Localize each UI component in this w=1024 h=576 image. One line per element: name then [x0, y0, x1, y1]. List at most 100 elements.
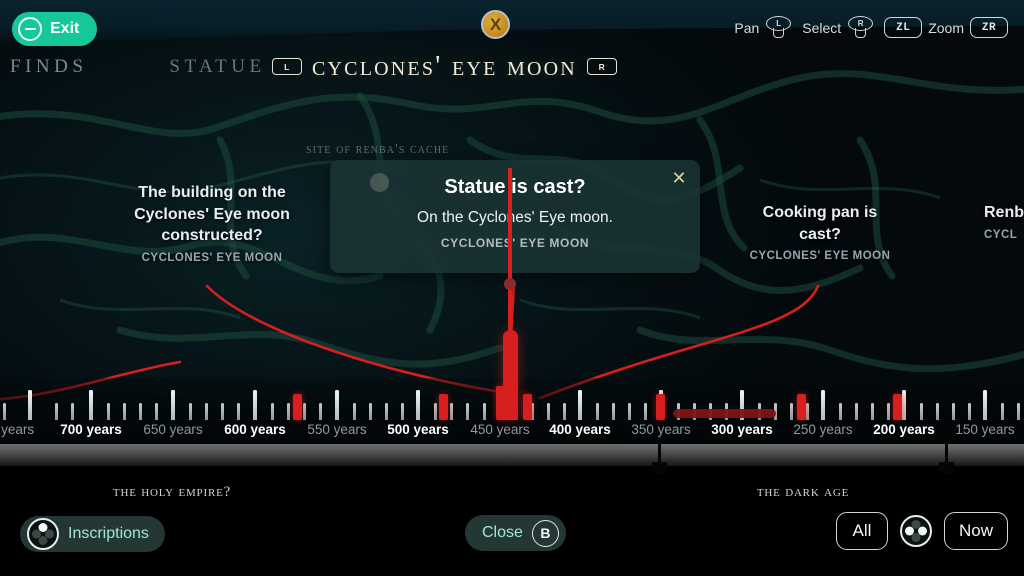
ruler-tick-minor: [1016, 403, 1020, 420]
ruler-tick-minor: [302, 403, 306, 420]
ruler-tick-minor: [838, 403, 842, 420]
filter-controls: All Now: [835, 512, 1008, 550]
filter-all-button[interactable]: All: [835, 512, 888, 550]
timeline-event-marker[interactable]: [892, 394, 902, 420]
selected-event-dot: [504, 278, 516, 290]
ruler-tick-minor: [122, 403, 126, 420]
event-place: CYCLONES' EYE MOON: [749, 250, 891, 263]
ruler-tick-major: [253, 390, 257, 420]
ruler-tick-major: [983, 390, 987, 420]
era-divider: [939, 440, 954, 475]
orange-x-icon[interactable]: X: [481, 10, 510, 39]
ruler-tick-minor: [204, 403, 208, 420]
ruler-tick-minor: [236, 403, 240, 420]
timeline-span-bar[interactable]: [673, 409, 776, 418]
event-title: Cooking pan is cast?: [762, 204, 878, 243]
ruler-tick-minor: [562, 403, 566, 420]
event-label-renba[interactable]: Renb CYCL: [984, 202, 1024, 241]
timeline-event-marker[interactable]: [292, 394, 302, 420]
close-icon[interactable]: ✕: [670, 169, 688, 187]
ruler-tick-major: [821, 390, 825, 420]
ruler-tick-major: [416, 390, 420, 420]
era-name: The Dark Age: [756, 484, 850, 500]
gamepad-buttons-icon: [27, 518, 59, 550]
inscriptions-button[interactable]: Inscriptions: [20, 516, 165, 552]
axis-label: 450 years: [470, 422, 530, 437]
axis-label: 400 years: [549, 422, 611, 437]
popup-place: CYCLONES' EYE MOON: [440, 236, 590, 250]
selected-event-stem: [508, 168, 512, 334]
ruler-tick-minor: [384, 403, 388, 420]
ruler-tick-minor: [870, 403, 874, 420]
ruler-tick-minor: [482, 403, 486, 420]
hint-pan-label: Pan: [734, 19, 760, 36]
era-name: The Holy Empire?: [112, 484, 232, 500]
ruler-tick-minor: [106, 403, 110, 420]
hint-zoom-label: Zoom: [928, 19, 964, 36]
breadcrumb: Finds Statue: [10, 56, 266, 78]
breadcrumb-finds[interactable]: Finds: [10, 56, 87, 78]
hint-select-label: Select: [802, 19, 842, 36]
popup-marker-dot: [370, 173, 389, 192]
event-label-building[interactable]: The building on the Cyclones' Eye moon c…: [133, 182, 291, 264]
ruler-tick-minor: [286, 403, 290, 420]
timeline-event-marker[interactable]: [522, 394, 532, 420]
ruler-tick-minor: [318, 403, 322, 420]
dpad-icon[interactable]: [899, 515, 932, 547]
ruler-tick-minor: [2, 403, 6, 420]
hint-zoom: ZL Zoom ZR: [884, 17, 1008, 38]
event-title: The building on the Cyclones' Eye moon c…: [134, 184, 290, 245]
event-title: Renb: [984, 204, 1024, 221]
inscriptions-label: Inscriptions: [68, 525, 149, 542]
ruler-tick-minor: [789, 403, 793, 420]
timeline-event-marker[interactable]: [655, 394, 665, 420]
exit-label: Exit: [50, 20, 80, 37]
axis-label: 0 years: [0, 422, 35, 437]
axis-label: 500 years: [387, 422, 449, 437]
hint-pan: Pan L: [734, 16, 792, 39]
zr-button-icon: ZR: [970, 17, 1008, 38]
ruler-tick-minor: [70, 403, 74, 420]
l-bumper-icon[interactable]: L: [272, 58, 302, 75]
ruler-tick-minor: [449, 403, 453, 420]
left-stick-icon: L: [765, 16, 792, 39]
ruler-tick-minor: [270, 403, 274, 420]
timeline-event-marker[interactable]: [796, 394, 806, 420]
ruler-tick-minor: [154, 403, 158, 420]
ruler-tick-minor: [611, 403, 615, 420]
axis-label: 250 years: [793, 422, 853, 437]
close-button[interactable]: Close B: [465, 515, 566, 551]
ruler-tick-major: [578, 390, 582, 420]
right-stick-icon: R: [847, 16, 874, 39]
ruler-tick-minor: [951, 403, 955, 420]
ruler-tick-minor: [368, 403, 372, 420]
event-detail-popup[interactable]: ✕ Statue is cast? On the Cyclones' Eye m…: [330, 160, 700, 273]
ruler-tick-major: [902, 390, 906, 420]
b-button-icon: B: [531, 519, 559, 547]
axis-label: 150 years: [955, 422, 1015, 437]
ruler-tick-minor: [886, 403, 890, 420]
ruler-tick-major: [335, 390, 339, 420]
exit-button[interactable]: Exit: [12, 12, 98, 46]
ruler-labels: 0 years 700 years 650 years 600 years 550 ye…: [0, 422, 1024, 444]
axis-label: 600 years: [224, 422, 286, 437]
ruler-tick-major: [89, 390, 93, 420]
breadcrumb-statue[interactable]: Statue: [169, 56, 265, 78]
ruler-tick-minor: [54, 403, 58, 420]
selected-event-marker: [503, 330, 518, 420]
event-label-cooking-pan[interactable]: Cooking pan is cast? CYCLONES' EYE MOON: [742, 202, 898, 262]
ruler-tick-minor: [188, 403, 192, 420]
ruler-tick-minor: [546, 403, 550, 420]
ruler-tick-minor: [935, 403, 939, 420]
timeline-screen: Exit X Pan L Select R ZL Zoom ZR Finds S…: [0, 0, 1024, 576]
ruler-tick-major: [28, 390, 32, 420]
ruler-tick-minor: [595, 403, 599, 420]
filter-now-button[interactable]: Now: [943, 512, 1008, 550]
axis-label: 350 years: [631, 422, 691, 437]
page-title: Cyclones' Eye moon: [312, 50, 577, 82]
zl-button-icon: ZL: [884, 17, 923, 38]
r-bumper-icon[interactable]: R: [586, 58, 617, 75]
close-label: Close: [482, 524, 523, 541]
timeline-event-marker[interactable]: [438, 394, 448, 420]
axis-label: 200 years: [873, 422, 935, 437]
